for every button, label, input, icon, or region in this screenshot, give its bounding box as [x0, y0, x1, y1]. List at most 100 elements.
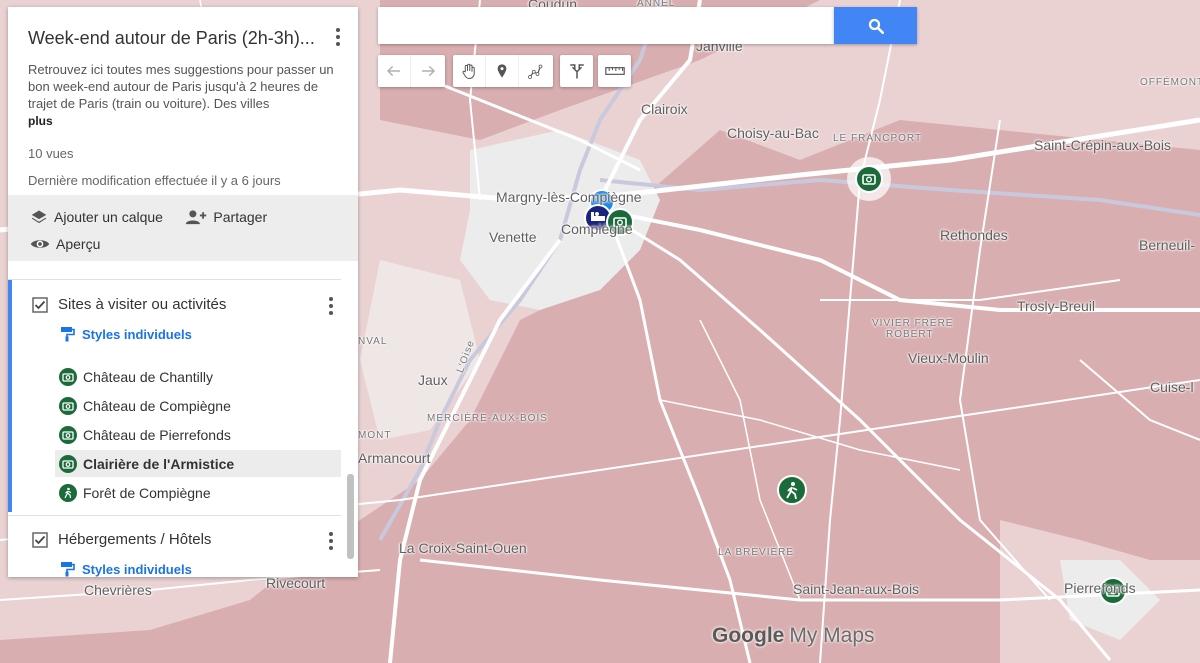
list-item[interactable]: Château de Compiègne: [55, 392, 341, 419]
map-label-pierrefonds: Pierrefonds: [1064, 580, 1136, 596]
map-label-cuise: Cuise-l: [1150, 379, 1194, 395]
my-maps-wordmark: My Maps: [789, 624, 875, 647]
map-label-clairoix: Clairoix: [641, 101, 688, 117]
layer-header-hotels: Hébergements / Hôtels: [32, 531, 211, 548]
list-item-label: Château de Compiègne: [83, 397, 231, 414]
view-count: 10 vues: [28, 146, 74, 161]
marker-foret-compiegne[interactable]: [777, 475, 807, 505]
add-layer-label: Ajouter un calque: [54, 209, 163, 225]
last-modified: Dernière modification effectuée il y a 6…: [28, 173, 281, 188]
map-label-armancourt: Armancourt: [358, 450, 431, 466]
checkbox-checked-icon[interactable]: [32, 531, 48, 548]
map-label-vivier: VIVIER FRÈRE: [872, 318, 954, 329]
map-title[interactable]: Week-end autour de Paris (2h-3h)...: [28, 28, 318, 49]
draw-line-icon: [527, 64, 542, 79]
list-item[interactable]: Château de Chantilly: [55, 363, 341, 390]
layer-name[interactable]: Sites à visiter ou activités: [58, 296, 226, 313]
undo-icon: [386, 65, 400, 77]
pan-tool-button[interactable]: [453, 55, 486, 87]
layer-options-icon[interactable]: [326, 296, 336, 316]
panel-actions: Ajouter un calque Partager Aperçu: [8, 195, 358, 261]
google-wordmark: Google: [712, 624, 785, 647]
individual-styles-label: Styles individuels: [82, 561, 192, 577]
draw-toolbar: [453, 55, 553, 87]
add-marker-button[interactable]: [486, 55, 519, 87]
map-label-choisy: Choisy-au-Bac: [727, 125, 819, 141]
marker-clairiere-armistice[interactable]: [847, 157, 891, 201]
search-button[interactable]: [834, 7, 917, 44]
individual-styles-link[interactable]: Styles individuels: [60, 326, 192, 342]
more-link[interactable]: plus: [28, 113, 343, 130]
layer-name[interactable]: Hébergements / Hôtels: [58, 531, 211, 548]
preview-label: Aperçu: [56, 236, 101, 252]
share-button[interactable]: Partager: [185, 207, 267, 227]
map-legend-panel: Week-end autour de Paris (2h-3h)... Retr…: [8, 7, 358, 577]
map-label-jaux: Jaux: [418, 372, 448, 388]
directions-button[interactable]: [560, 55, 593, 87]
redo-button[interactable]: [411, 55, 444, 87]
ruler-icon: [604, 67, 625, 75]
layer-options-icon[interactable]: [326, 531, 336, 551]
map-label-nval: NVAL: [358, 336, 388, 347]
map-label-francport: LE FRANCPORT: [833, 133, 923, 144]
add-layer-button[interactable]: Ajouter un calque: [30, 207, 163, 227]
add-person-icon: [186, 210, 207, 225]
draw-line-button[interactable]: [519, 55, 552, 87]
camera-icon: [59, 425, 77, 444]
map-label-offemont: OFFÉMONT: [1140, 77, 1200, 88]
checkbox-checked-icon[interactable]: [32, 296, 48, 313]
list-item[interactable]: Château de Pierrefonds: [55, 421, 341, 448]
map-label-venette: Venette: [489, 229, 537, 245]
paint-roller-icon: [61, 327, 75, 342]
layer-divider: [8, 515, 341, 516]
map-label-margny: Margny-lès-Compiègne: [496, 189, 642, 205]
map-label-berneuil: Berneuil-: [1139, 237, 1196, 253]
panel-scrollbar[interactable]: [347, 474, 354, 559]
map-label-saint-jean: Saint-Jean-aux-Bois: [793, 581, 920, 597]
panel-header: Week-end autour de Paris (2h-3h)... Retr…: [8, 7, 358, 195]
paint-roller-icon: [61, 562, 75, 577]
individual-styles-label: Styles individuels: [82, 326, 192, 342]
directions-icon: [569, 64, 584, 79]
layers-list: Sites à visiter ou activités Styles indi…: [8, 279, 358, 577]
share-label: Partager: [213, 209, 268, 225]
undo-button[interactable]: [378, 55, 411, 87]
map-label-rivecourt: Rivecourt: [266, 575, 326, 591]
search-icon: [868, 18, 884, 34]
list-item-label: Forêt de Compiègne: [83, 484, 211, 501]
search-input[interactable]: [378, 7, 834, 44]
map-label-chevrieres: Chevrières: [84, 582, 152, 598]
map-label-rethondes: Rethondes: [940, 227, 1008, 243]
history-toolbar: [378, 55, 445, 87]
map-description-text: Retrouvez ici toutes mes suggestions pou…: [28, 62, 334, 111]
camera-icon: [59, 367, 77, 386]
hiking-icon: [59, 483, 77, 502]
map-label-la-croix: La Croix-Saint-Ouen: [399, 540, 527, 556]
map-label-robert: ROBERT: [886, 329, 934, 340]
camera-icon: [59, 454, 77, 473]
list-item-label: Clairière de l'Armistice: [83, 455, 235, 472]
list-item-selected[interactable]: Clairière de l'Armistice: [55, 450, 341, 477]
hand-pan-icon: [462, 63, 475, 79]
layer-divider: [8, 279, 341, 280]
app-root: Coudun ANNEL Janville OFFÉMONT Clairoix …: [0, 0, 1200, 663]
map-label-la-breviere: LA BRÉVIÈRE: [718, 547, 795, 558]
map-label-merciere: MERCIÈRE-AUX-BOIS: [427, 413, 548, 424]
list-item-label: Château de Pierrefonds: [83, 426, 231, 443]
preview-button[interactable]: Aperçu: [30, 234, 100, 254]
measure-button[interactable]: [598, 55, 631, 87]
camera-icon: [59, 396, 77, 415]
map-label-vieux-moulin: Vieux-Moulin: [908, 350, 989, 366]
map-label-saint-crepin: Saint-Crépin-aux-Bois: [1034, 137, 1171, 153]
redo-icon: [421, 65, 435, 77]
active-layer-indicator: [8, 279, 12, 512]
map-description: Retrouvez ici toutes mes suggestions pou…: [28, 61, 343, 130]
individual-styles-link[interactable]: Styles individuels: [60, 561, 192, 577]
more-options-icon[interactable]: [332, 27, 344, 47]
map-label-trosly: Trosly-Breuil: [1017, 298, 1096, 314]
map-label-compiegne: Compiègne: [561, 221, 633, 237]
list-item[interactable]: Forêt de Compiègne: [55, 479, 341, 506]
measure-toolbar: [598, 55, 631, 87]
list-item-label: Château de Chantilly: [83, 368, 213, 385]
layer-header-sites: Sites à visiter ou activités: [32, 296, 226, 313]
